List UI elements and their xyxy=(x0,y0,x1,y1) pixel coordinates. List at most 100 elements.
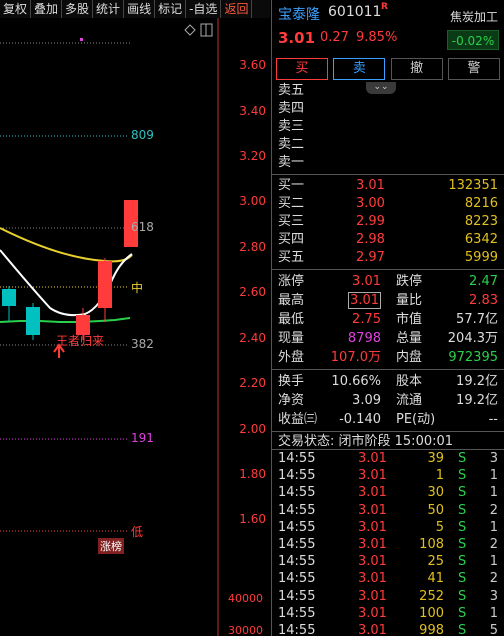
tick-time: 14:55 xyxy=(278,502,316,518)
tick-list[interactable]: 14:55 3.01 39 S 3 14:55 3.01 1 S 1 14:55 3.01 30 S 1 14… xyxy=(272,450,504,636)
total-volume-label: 总量 xyxy=(396,331,423,346)
share-capital-value: 19.2亿 xyxy=(456,374,498,389)
price-tick: 1.60 xyxy=(239,512,266,526)
price-tick: 3.00 xyxy=(239,194,266,208)
diamond-icon xyxy=(184,24,196,36)
tick-price: 3.01 xyxy=(358,502,387,518)
tick-count: 3 xyxy=(489,451,498,466)
asks-label: 卖二 xyxy=(278,137,305,152)
net-assets-value: 3.09 xyxy=(352,393,381,408)
tick-price: 3.01 xyxy=(358,468,387,484)
toolbar-item[interactable]: -自选 xyxy=(186,0,222,18)
divider xyxy=(272,269,504,270)
bids-row[interactable]: 买一 3.01 132351 xyxy=(272,177,504,195)
toolbar-item[interactable]: 多股 xyxy=(62,0,94,18)
price-change: 0.27 xyxy=(320,30,349,45)
price-tick: 1.80 xyxy=(239,467,266,481)
tick-side: S xyxy=(458,554,467,570)
toolbar-item[interactable]: 叠加 xyxy=(31,0,63,18)
last-price: 3.01 xyxy=(278,29,316,47)
limit-up-value: 3.01 xyxy=(352,274,381,289)
price-tick: 2.20 xyxy=(239,376,266,390)
tick-row: 14:55 3.01 100 S 1 xyxy=(272,605,504,622)
bids-volume: 5999 xyxy=(464,250,498,265)
tick-side: S xyxy=(458,468,467,484)
asks-label: 卖三 xyxy=(278,119,305,134)
bids-row[interactable]: 买五 2.97 5999 xyxy=(272,249,504,267)
ma-yellow xyxy=(0,227,133,263)
toolbar-item[interactable]: 统计 xyxy=(93,0,125,18)
divider xyxy=(272,369,504,370)
tick-count: 1 xyxy=(489,519,498,535)
sector-change-pct[interactable]: -0.02% xyxy=(447,30,499,50)
tick-price: 3.01 xyxy=(358,451,387,466)
bids-volume: 8223 xyxy=(464,214,498,229)
bids-label: 买二 xyxy=(278,196,305,211)
cancel-order-button[interactable]: 撤 xyxy=(390,58,443,80)
trade-actions: 买 卖 撤 警 xyxy=(272,54,504,80)
toolbar-item[interactable]: 画线 xyxy=(124,0,156,18)
sector-name[interactable]: 焦炭加工 xyxy=(450,8,498,25)
tick-count: 2 xyxy=(489,571,498,587)
turnover-value: 10.66% xyxy=(331,374,381,389)
toolbar-item[interactable]: 复权 xyxy=(0,0,32,18)
limit-down-label: 跌停 xyxy=(396,274,423,289)
tick-volume: 30 xyxy=(427,485,444,501)
asks-row[interactable]: 卖一 xyxy=(272,154,504,172)
float-shares-value: 19.2亿 xyxy=(456,393,498,408)
tick-volume: 998 xyxy=(419,622,444,636)
tick-price: 3.01 xyxy=(358,571,387,587)
bids-row[interactable]: 买三 2.99 8223 xyxy=(272,213,504,231)
asks-row[interactable]: 卖五 xyxy=(272,82,504,100)
chart-annotation: 王者归来 xyxy=(56,334,105,348)
ask-book: 卖五 卖四卖三卖二卖一 xyxy=(272,82,504,172)
tick-side: S xyxy=(458,519,467,535)
eps-label[interactable]: 收益㈢ xyxy=(278,410,317,429)
bids-price: 2.98 xyxy=(356,232,385,247)
tick-time: 14:55 xyxy=(278,485,316,501)
kline-chart[interactable]: 3.60 3.40 3.20 3.00 2.80 2.60 2.40 2.20 … xyxy=(0,18,270,636)
pe-label: PE(动) xyxy=(396,412,436,427)
quote-row: 涨停 3.01 跌停 2.47 xyxy=(272,272,504,291)
level-label-191: 191 xyxy=(131,431,154,445)
tick-volume: 1 xyxy=(435,468,444,484)
asks-row[interactable]: 卖二 xyxy=(272,136,504,154)
tick-time: 14:55 xyxy=(278,571,316,587)
buy-button[interactable]: 买 xyxy=(276,58,328,80)
trade-status: 交易状态: 闭市阶段 15:00:01 xyxy=(272,431,504,450)
tick-row: 14:55 3.01 41 S 2 xyxy=(272,570,504,587)
price-tick: 3.60 xyxy=(239,58,266,72)
quote-row: 最低 2.75 市值 57.7亿 xyxy=(272,310,504,329)
chart-toolbar: 复权 叠加 多股 统计 画线 标记 -自选 返回 xyxy=(0,0,270,18)
tick-row: 14:55 3.01 50 S 2 xyxy=(272,502,504,519)
toolbar-item[interactable]: 返回 xyxy=(221,0,253,18)
bids-volume: 132351 xyxy=(448,178,498,193)
tick-time: 14:55 xyxy=(278,554,316,570)
asks-label: 卖四 xyxy=(278,101,305,116)
tick-time: 14:55 xyxy=(278,451,316,466)
quote-row: 收益㈢ -0.140 PE(动) -- xyxy=(272,410,504,429)
price-tick: 3.20 xyxy=(239,149,266,163)
asks-row[interactable]: 卖四 xyxy=(272,100,504,118)
quote-panel: 宝泰隆 601011 R 3.01 0.27 9.85% 焦炭加工 -0.02%… xyxy=(271,0,504,636)
level-label-low: 低 xyxy=(131,525,144,539)
current-volume-value: 8798 xyxy=(347,331,381,346)
toolbar-item[interactable]: 标记 xyxy=(155,0,187,18)
tick-row: 14:55 3.01 39 S 3 xyxy=(272,450,504,467)
bids-row[interactable]: 买二 3.00 8216 xyxy=(272,195,504,213)
alert-button[interactable]: 警 xyxy=(447,58,500,80)
price-tick: 2.40 xyxy=(239,331,266,345)
stock-header: 宝泰隆 601011 R 3.01 0.27 9.85% 焦炭加工 -0.02% xyxy=(272,0,504,54)
asks-row[interactable]: 卖三 xyxy=(272,118,504,136)
inner-volume-value: 972395 xyxy=(448,350,498,365)
tick-volume: 50 xyxy=(427,502,444,518)
stock-name[interactable]: 宝泰隆 xyxy=(278,4,320,24)
tick-count: 1 xyxy=(489,468,498,484)
tick-volume: 5 xyxy=(435,519,444,535)
float-shares-label: 流通 xyxy=(396,393,423,408)
bids-row[interactable]: 买四 2.98 6342 xyxy=(272,231,504,249)
outer-volume-value: 107.0万 xyxy=(330,350,381,365)
ma-green xyxy=(0,317,131,323)
sell-button[interactable]: 卖 xyxy=(333,58,386,80)
tick-count: 2 xyxy=(489,502,498,518)
